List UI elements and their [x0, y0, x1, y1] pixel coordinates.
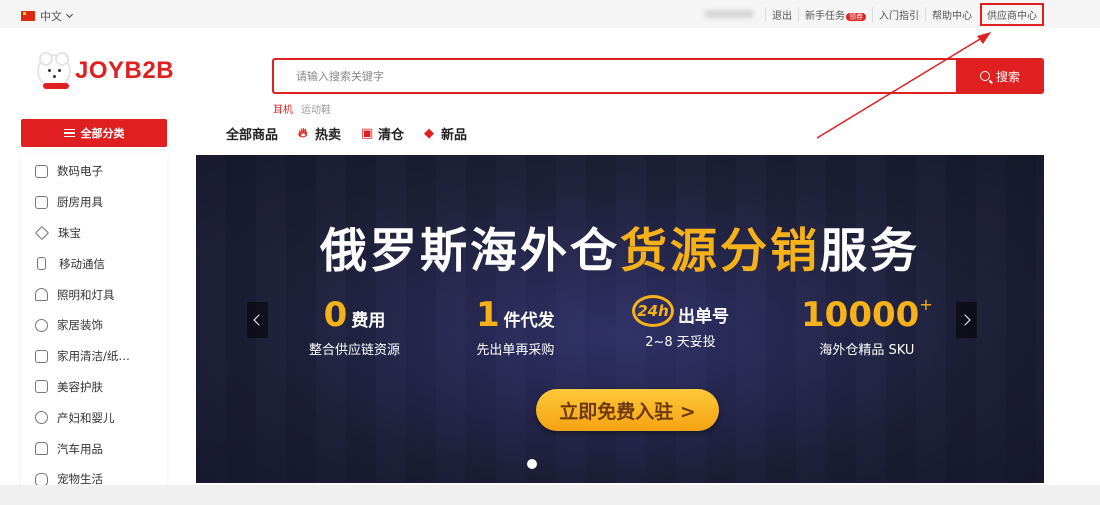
blurred-username — [705, 10, 753, 18]
site-logo[interactable]: JOYB2B — [37, 52, 175, 89]
help-center-link[interactable]: 帮助中心 — [925, 6, 978, 22]
category-item[interactable]: 汽车用品 — [21, 433, 167, 464]
bear-mascot-icon — [37, 52, 71, 89]
category-label: 珠宝 — [58, 225, 81, 240]
category-item[interactable]: 照明和灯具 — [21, 279, 167, 310]
hot-word-link[interactable]: 运动鞋 — [301, 101, 331, 116]
clock-24h-icon: 24h — [632, 295, 674, 327]
category-label: 家居装饰 — [57, 318, 103, 333]
camera-icon — [35, 164, 48, 178]
category-label: 照明和灯具 — [57, 287, 115, 302]
category-item[interactable]: 家居装饰 — [21, 310, 167, 341]
getting-started-link[interactable]: 入门指引 — [872, 6, 925, 22]
banner-title: 俄罗斯海外仓货源分销服务 — [320, 224, 920, 279]
search-placeholder: 请输入搜索关键字 — [296, 70, 384, 83]
flame-icon: 🔥︎ — [298, 125, 308, 141]
hot-search-words: 耳机 运动鞋 — [273, 101, 331, 116]
hero-banner[interactable]: 俄罗斯海外仓货源分销服务 0 费用 整合供应链资源 1 件代发 先出单再采购 24h… — [196, 155, 1044, 483]
logout-link[interactable]: 退出 — [765, 6, 798, 22]
baby-face-icon — [35, 411, 48, 425]
banner-feature: 1 件代发 先出单再采购 — [476, 295, 555, 358]
gear-icon — [35, 318, 48, 332]
cosmetics-icon — [35, 380, 48, 394]
category-label: 数码电子 — [57, 164, 103, 179]
diamond-icon — [34, 225, 50, 241]
chevron-down-icon — [65, 10, 74, 19]
category-item[interactable]: 移动通信 — [21, 248, 167, 279]
category-sidebar: 数码电子 厨房用具 珠宝 移动通信 照明和灯具 家居装饰 家用清洁/纸… 美容护… — [21, 153, 167, 495]
nav-hot-sale-label: 热卖 — [315, 128, 342, 143]
new-tasks-label: 新手任务 — [805, 10, 845, 22]
coupon-badge: 领券 — [846, 12, 866, 21]
banner-feature: 24h 出单号 2~8 天妥投 — [632, 295, 729, 350]
phone-icon — [37, 257, 46, 271]
carousel-next-button[interactable] — [956, 302, 977, 338]
nav-new-arrivals-label: 新品 — [441, 128, 468, 143]
search-button-label: 搜索 — [995, 69, 1020, 84]
top-links: 退出 新手任务 领券 入门指引 帮助中心 供应商中心 — [705, 0, 1044, 28]
carousel-dot[interactable] — [527, 459, 537, 469]
category-label: 移动通信 — [59, 256, 105, 271]
join-free-button[interactable]: 立即免费入驻 > — [536, 389, 719, 431]
page-footer-band — [0, 485, 1100, 505]
search-icon — [979, 71, 990, 81]
chevron-left-icon — [253, 314, 265, 326]
banner-feature: 0 费用 整合供应链资源 — [309, 295, 401, 358]
main-nav: 全部商品 🔥︎ 热卖 ▣ 清仓 ◆ 新品 — [226, 124, 467, 143]
all-categories-button[interactable]: 全部分类 — [21, 119, 167, 147]
car-icon — [35, 442, 48, 456]
category-label: 产妇和婴儿 — [57, 410, 115, 425]
china-flag-icon — [21, 11, 35, 21]
category-item[interactable]: 珠宝 — [21, 218, 167, 249]
logo-text: JOYB2B — [75, 57, 175, 84]
carousel-prev-button[interactable] — [247, 302, 268, 338]
new-tasks-link[interactable]: 新手任务 领券 — [798, 6, 872, 22]
category-label: 美容护肤 — [57, 379, 103, 394]
supplier-center-link[interactable]: 供应商中心 — [980, 2, 1044, 26]
language-label: 中文 — [40, 10, 62, 23]
category-label: 厨房用具 — [57, 195, 103, 210]
category-item[interactable]: 家用清洁/纸… — [21, 341, 167, 372]
search-bar: 请输入搜索关键字 搜索 — [272, 58, 1044, 94]
hot-word-link[interactable]: 耳机 — [273, 101, 293, 116]
category-item[interactable]: 产妇和婴儿 — [21, 402, 167, 433]
nav-clearance-label: 清仓 — [378, 128, 405, 143]
new-tag-icon: ◆ — [424, 125, 435, 141]
category-label: 家用清洁/纸… — [57, 349, 130, 364]
chevron-right-icon — [959, 314, 971, 326]
banner-feature: 10000+ 海外仓精品 SKU — [801, 295, 933, 358]
language-selector[interactable]: 中文 — [21, 8, 74, 24]
category-item[interactable]: 美容护肤 — [21, 372, 167, 403]
shopping-bag-icon: ▣ — [361, 125, 374, 141]
nav-hot-sale[interactable]: 🔥︎ 热卖 — [298, 124, 341, 143]
category-item[interactable]: 数码电子 — [21, 156, 167, 187]
nav-new-arrivals[interactable]: ◆ 新品 — [424, 124, 467, 143]
paper-roll-icon — [35, 349, 48, 363]
nav-clearance[interactable]: ▣ 清仓 — [361, 124, 404, 143]
top-bar: 中文 退出 新手任务 领券 入门指引 帮助中心 供应商中心 — [0, 0, 1100, 28]
oven-icon — [35, 195, 48, 209]
search-button[interactable]: 搜索 — [956, 58, 1044, 94]
all-categories-label: 全部分类 — [80, 127, 125, 140]
pet-icon — [35, 472, 48, 486]
category-label: 汽车用品 — [57, 441, 103, 456]
category-item[interactable]: 厨房用具 — [21, 187, 167, 218]
nav-all-products[interactable]: 全部商品 — [226, 124, 278, 143]
menu-icon — [63, 129, 75, 137]
nav-all-products-label: 全部商品 — [226, 128, 279, 143]
search-input[interactable]: 请输入搜索关键字 — [272, 58, 956, 94]
lamp-icon — [35, 288, 48, 302]
